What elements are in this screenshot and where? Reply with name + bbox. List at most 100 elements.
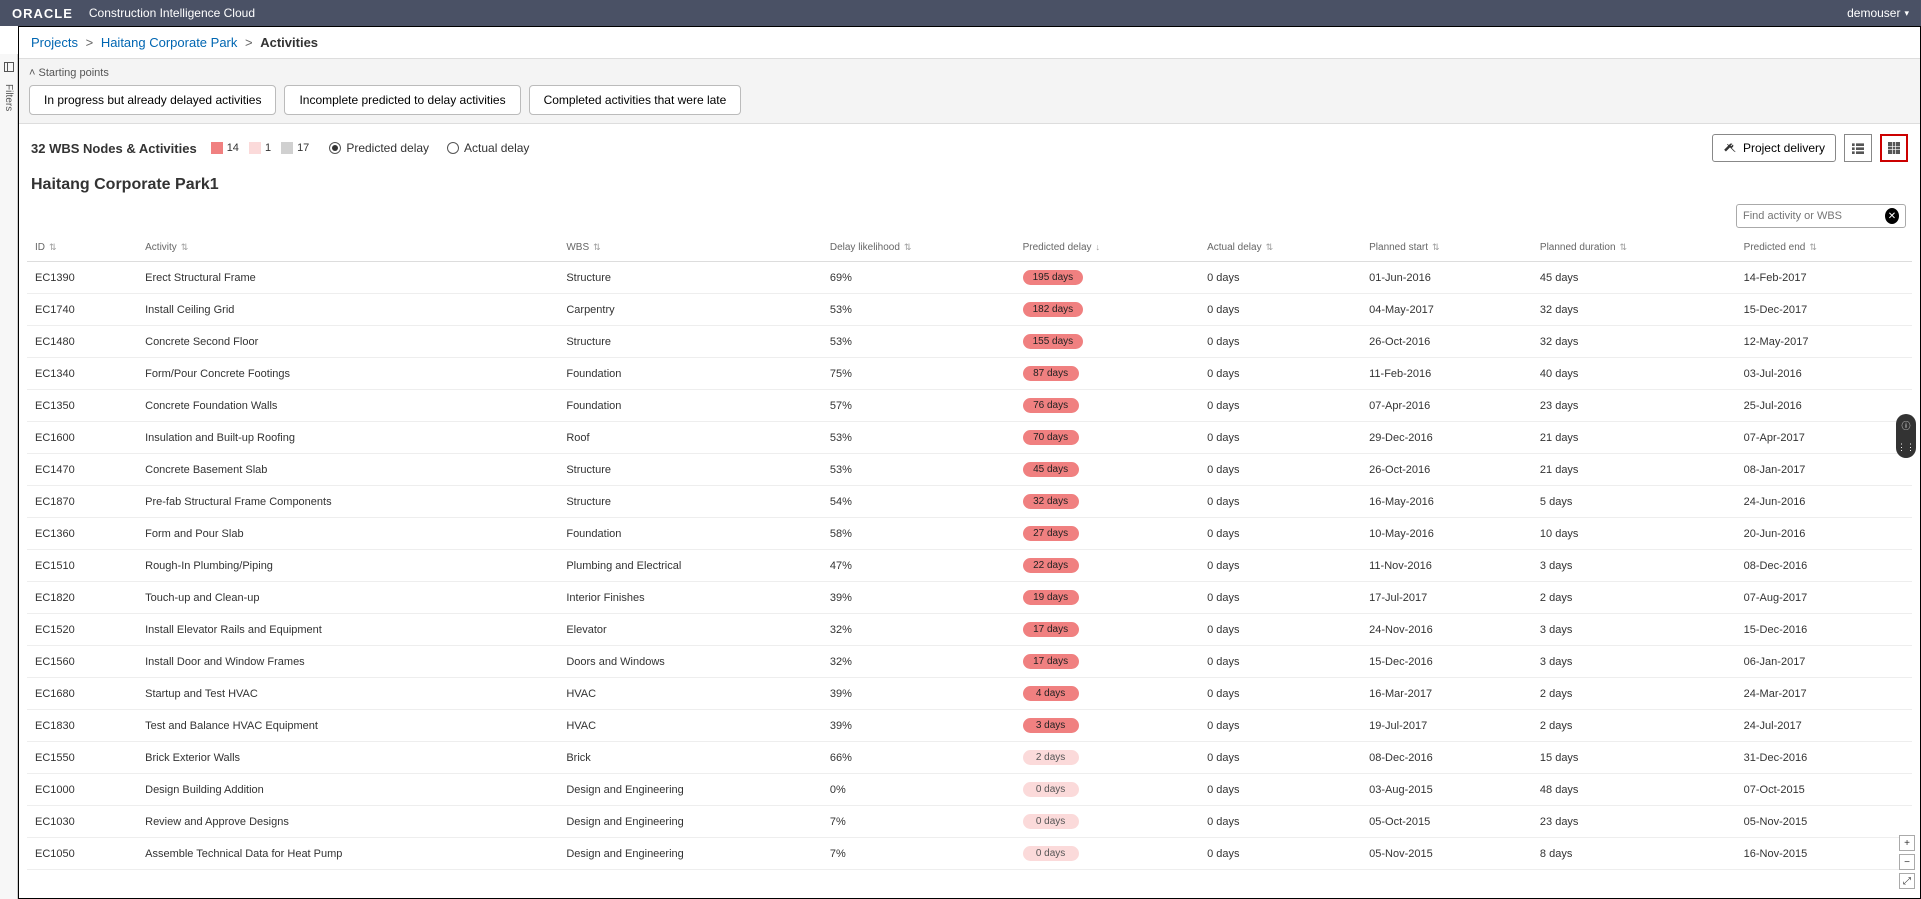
cell-predicted: 76 days: [1015, 390, 1200, 422]
cell-start: 08-Dec-2016: [1361, 742, 1532, 774]
cell-end: 08-Jan-2017: [1736, 454, 1912, 486]
view-grid-button[interactable]: [1880, 134, 1908, 162]
cell-predicted: 3 days: [1015, 710, 1200, 742]
col-actual[interactable]: Actual delay⇅: [1199, 234, 1361, 262]
cell-likelihood: 32%: [822, 646, 1015, 678]
view-list-button[interactable]: [1844, 134, 1872, 162]
table-row[interactable]: EC1680Startup and Test HVACHVAC39%4 days…: [27, 678, 1912, 710]
cell-end: 06-Jan-2017: [1736, 646, 1912, 678]
cell-id: EC1350: [27, 390, 137, 422]
cell-predicted: 195 days: [1015, 262, 1200, 294]
cell-actual: 0 days: [1199, 774, 1361, 806]
cell-start: 05-Nov-2015: [1361, 838, 1532, 870]
cell-predicted: 17 days: [1015, 614, 1200, 646]
table-scroll[interactable]: ID⇅ Activity⇅ WBS⇅ Delay likelihood⇅ Pre…: [19, 234, 1920, 898]
cell-predicted: 155 days: [1015, 326, 1200, 358]
table-row[interactable]: EC1510Rough-In Plumbing/PipingPlumbing a…: [27, 550, 1912, 582]
zoom-out-button[interactable]: −: [1899, 854, 1915, 870]
table-row[interactable]: EC1830Test and Balance HVAC EquipmentHVA…: [27, 710, 1912, 742]
cell-end: 07-Apr-2017: [1736, 422, 1912, 454]
table-row[interactable]: EC1550Brick Exterior WallsBrick66%2 days…: [27, 742, 1912, 774]
col-duration[interactable]: Planned duration⇅: [1532, 234, 1736, 262]
help-widget[interactable]: ⓘ ⋮⋮: [1896, 414, 1916, 458]
cell-id: EC1360: [27, 518, 137, 550]
user-menu[interactable]: demouser ▾: [1847, 6, 1909, 20]
cell-activity: Startup and Test HVAC: [137, 678, 558, 710]
chip-incomplete-predicted[interactable]: Incomplete predicted to delay activities: [284, 85, 520, 115]
radio-actual-delay[interactable]: Actual delay: [447, 141, 529, 155]
table-row[interactable]: EC1350Concrete Foundation WallsFoundatio…: [27, 390, 1912, 422]
search-box[interactable]: ✕: [1736, 204, 1906, 228]
cell-start: 05-Oct-2015: [1361, 806, 1532, 838]
table-row[interactable]: EC1360Form and Pour SlabFoundation58%27 …: [27, 518, 1912, 550]
project-delivery-button[interactable]: Project delivery: [1712, 134, 1836, 162]
table-row[interactable]: EC1600Insulation and Built-up RoofingRoo…: [27, 422, 1912, 454]
radio-predicted-label: Predicted delay: [346, 141, 429, 155]
search-input[interactable]: [1743, 210, 1885, 222]
cell-actual: 0 days: [1199, 646, 1361, 678]
cell-id: EC1390: [27, 262, 137, 294]
col-end[interactable]: Predicted end⇅: [1736, 234, 1912, 262]
radio-predicted-delay[interactable]: Predicted delay: [329, 141, 429, 155]
table-row[interactable]: EC1050Assemble Technical Data for Heat P…: [27, 838, 1912, 870]
breadcrumb-current: Activities: [260, 35, 318, 50]
panel-toggle-icon[interactable]: [2, 60, 16, 74]
cell-predicted: 70 days: [1015, 422, 1200, 454]
table-row[interactable]: EC1390Erect Structural FrameStructure69%…: [27, 262, 1912, 294]
zoom-in-button[interactable]: +: [1899, 835, 1915, 851]
cell-activity: Form/Pour Concrete Footings: [137, 358, 558, 390]
project-title: Haitang Corporate Park1: [19, 172, 1920, 204]
cell-id: EC1470: [27, 454, 137, 486]
table-row[interactable]: EC1560Install Door and Window FramesDoor…: [27, 646, 1912, 678]
cell-duration: 23 days: [1532, 390, 1736, 422]
cell-id: EC1480: [27, 326, 137, 358]
breadcrumb-project[interactable]: Haitang Corporate Park: [101, 35, 238, 50]
zoom-fit-button[interactable]: ⤢: [1899, 873, 1915, 889]
filters-rail-label[interactable]: Filters: [3, 84, 14, 111]
col-wbs[interactable]: WBS⇅: [558, 234, 822, 262]
cell-actual: 0 days: [1199, 262, 1361, 294]
cell-duration: 3 days: [1532, 614, 1736, 646]
cell-predicted: 0 days: [1015, 838, 1200, 870]
col-id[interactable]: ID⇅: [27, 234, 137, 262]
table-row[interactable]: EC1480Concrete Second FloorStructure53%1…: [27, 326, 1912, 358]
cell-likelihood: 66%: [822, 742, 1015, 774]
table-row[interactable]: EC1870Pre-fab Structural Frame Component…: [27, 486, 1912, 518]
starting-points-toggle[interactable]: ˄ Starting points: [29, 67, 1910, 79]
cell-start: 15-Dec-2016: [1361, 646, 1532, 678]
cell-end: 08-Dec-2016: [1736, 550, 1912, 582]
col-likelihood[interactable]: Delay likelihood⇅: [822, 234, 1015, 262]
chip-in-progress-delayed[interactable]: In progress but already delayed activiti…: [29, 85, 276, 115]
table-row[interactable]: EC1820Touch-up and Clean-upInterior Fini…: [27, 582, 1912, 614]
table-row[interactable]: EC1740Install Ceiling GridCarpentry53%18…: [27, 294, 1912, 326]
cell-start: 16-Mar-2017: [1361, 678, 1532, 710]
cell-activity: Brick Exterior Walls: [137, 742, 558, 774]
table-row[interactable]: EC1520Install Elevator Rails and Equipme…: [27, 614, 1912, 646]
cell-start: 11-Feb-2016: [1361, 358, 1532, 390]
legend: 14 1 17: [211, 142, 310, 154]
cell-start: 01-Jun-2016: [1361, 262, 1532, 294]
table-row[interactable]: EC1030Review and Approve DesignsDesign a…: [27, 806, 1912, 838]
legend-count-pink: 1: [265, 142, 271, 154]
breadcrumb-projects[interactable]: Projects: [31, 35, 78, 50]
col-start[interactable]: Planned start⇅: [1361, 234, 1532, 262]
table-row[interactable]: EC1470Concrete Basement SlabStructure53%…: [27, 454, 1912, 486]
activities-table: ID⇅ Activity⇅ WBS⇅ Delay likelihood⇅ Pre…: [27, 234, 1912, 870]
cell-duration: 23 days: [1532, 806, 1736, 838]
cell-wbs: Structure: [558, 326, 822, 358]
cell-id: EC1000: [27, 774, 137, 806]
cell-wbs: Design and Engineering: [558, 774, 822, 806]
table-row[interactable]: EC1000Design Building AdditionDesign and…: [27, 774, 1912, 806]
col-activity[interactable]: Activity⇅: [137, 234, 558, 262]
chip-completed-late[interactable]: Completed activities that were late: [529, 85, 742, 115]
table-row[interactable]: EC1340Form/Pour Concrete FootingsFoundat…: [27, 358, 1912, 390]
cell-end: 20-Jun-2016: [1736, 518, 1912, 550]
cell-start: 17-Jul-2017: [1361, 582, 1532, 614]
col-predicted[interactable]: Predicted delay↓: [1015, 234, 1200, 262]
project-delivery-label: Project delivery: [1743, 141, 1825, 155]
cell-duration: 5 days: [1532, 486, 1736, 518]
breadcrumb: Projects > Haitang Corporate Park > Acti…: [19, 27, 1920, 59]
cell-activity: Install Door and Window Frames: [137, 646, 558, 678]
clear-search-icon[interactable]: ✕: [1885, 208, 1899, 224]
cell-duration: 40 days: [1532, 358, 1736, 390]
